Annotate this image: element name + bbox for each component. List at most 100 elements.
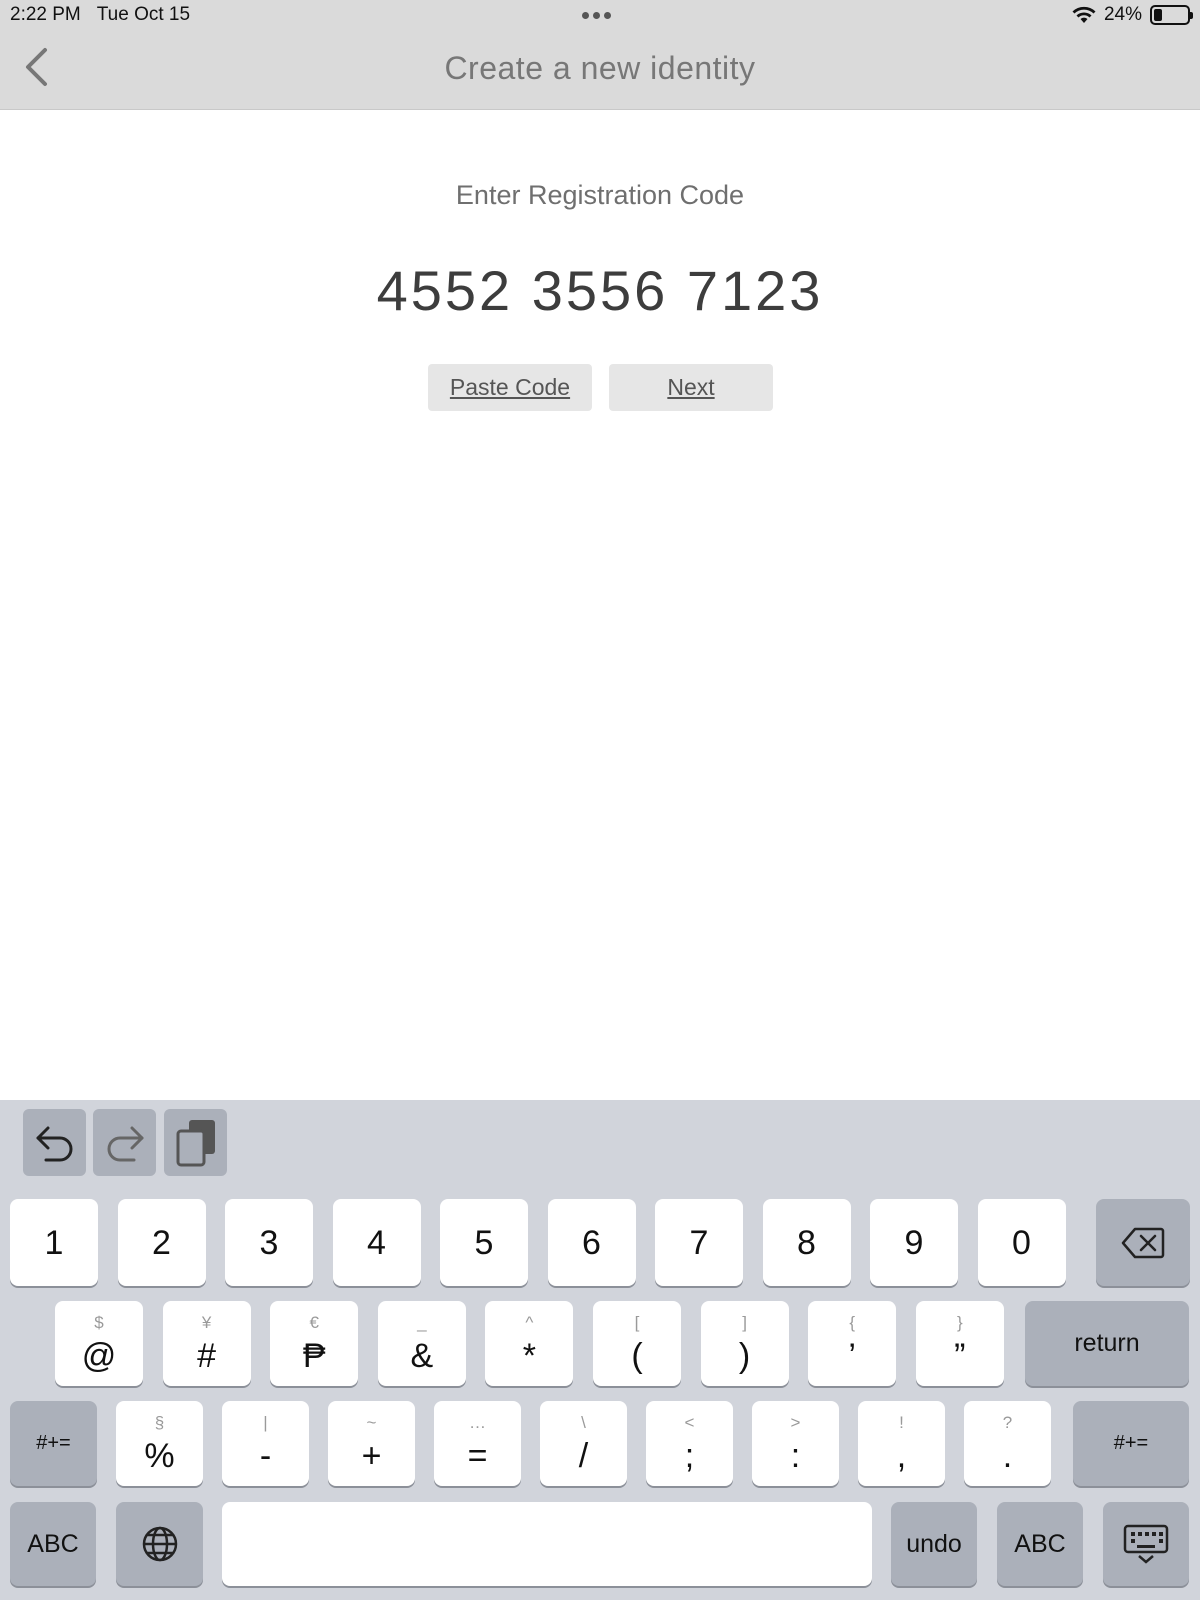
key-label: 1 xyxy=(44,1223,64,1262)
key-symbol[interactable]: [( xyxy=(593,1301,681,1386)
key-alt-label: | xyxy=(263,1413,268,1432)
key-alt-label: } xyxy=(956,1313,963,1332)
key-symbol[interactable]: $ @ xyxy=(55,1301,143,1386)
key-5[interactable]: 5 xyxy=(440,1199,528,1286)
key-label: @ xyxy=(81,1337,117,1375)
action-buttons: Paste Code Next xyxy=(428,364,773,411)
abc-key[interactable]: ABC xyxy=(10,1502,96,1586)
key-6[interactable]: 6 xyxy=(547,1199,636,1286)
status-indicators: 24% xyxy=(1072,4,1193,26)
dismiss-keyboard-key[interactable] xyxy=(1103,1502,1189,1586)
undo-key[interactable]: undo xyxy=(891,1502,977,1586)
key-label: * xyxy=(522,1337,536,1375)
battery-percent: 24% xyxy=(1103,4,1142,25)
key-symbol[interactable]: ¥ # xyxy=(162,1301,251,1386)
wifi-icon xyxy=(1072,6,1096,24)
key-8[interactable]: 8 xyxy=(762,1199,851,1286)
key-label: 6 xyxy=(582,1223,601,1262)
key-symbol[interactable]: {’ xyxy=(808,1301,897,1386)
key-symbol[interactable]: <; xyxy=(646,1401,733,1486)
key-label: ) xyxy=(738,1337,751,1375)
key-alt-label: ? xyxy=(1002,1413,1013,1432)
key-label: : xyxy=(790,1437,801,1475)
key-2[interactable]: 2 xyxy=(117,1199,206,1286)
battery-icon xyxy=(1150,5,1193,25)
key-alt-label: € xyxy=(309,1313,319,1332)
space-key[interactable] xyxy=(222,1502,872,1586)
key-label: # xyxy=(197,1337,217,1375)
key-alt-label: ~ xyxy=(366,1413,377,1432)
key-label: 4 xyxy=(367,1223,386,1262)
registration-code-value[interactable]: 4552 3556 7123 xyxy=(0,258,1200,323)
key-label: 2 xyxy=(152,1223,171,1262)
key-alt-label: … xyxy=(469,1413,486,1432)
key-symbol[interactable]: >: xyxy=(752,1401,839,1486)
key-label: ₱ xyxy=(302,1337,326,1375)
battery-fill xyxy=(1154,9,1162,21)
key-alt-label: § xyxy=(154,1413,165,1432)
key-symbol[interactable]: ~ + xyxy=(328,1401,415,1486)
key-symbol[interactable]: _ & xyxy=(377,1301,466,1386)
key-label: 7 xyxy=(689,1223,709,1262)
key-label: 3 xyxy=(259,1223,279,1262)
redo-icon[interactable] xyxy=(93,1109,156,1176)
navigation-bar: Create a new identity xyxy=(0,32,1200,110)
key-symbol[interactable]: ?. xyxy=(964,1401,1051,1486)
key-9[interactable]: 9 xyxy=(870,1199,958,1286)
multitasking-dots-icon[interactable] xyxy=(582,12,611,19)
symbols-shift-key-right[interactable]: #+= xyxy=(1073,1401,1189,1486)
key-0[interactable]: 0 xyxy=(977,1199,1066,1286)
key-label: - xyxy=(259,1437,272,1475)
next-button[interactable]: Next xyxy=(609,364,773,411)
undo-icon[interactable] xyxy=(23,1109,86,1176)
key-symbol[interactable]: ^ * xyxy=(485,1301,574,1386)
key-3[interactable]: 3 xyxy=(225,1199,313,1286)
globe-key[interactable] xyxy=(116,1502,203,1586)
symbols-shift-key-left[interactable]: #+= xyxy=(10,1401,97,1486)
key-label: ( xyxy=(631,1337,643,1375)
key-label: 9 xyxy=(904,1223,924,1262)
key-symbol[interactable]: \ / xyxy=(540,1401,627,1486)
key-alt-label: _ xyxy=(417,1313,427,1332)
keyboard-dismiss-icon xyxy=(1123,1524,1169,1564)
key-label: 8 xyxy=(797,1223,816,1262)
key-symbol[interactable]: ]) xyxy=(700,1301,789,1386)
key-label: , xyxy=(896,1437,907,1475)
key-label: ; xyxy=(684,1437,695,1475)
key-alt-label: [ xyxy=(634,1313,640,1332)
key-alt-label: ] xyxy=(742,1313,747,1332)
key-symbol[interactable]: … = xyxy=(434,1401,521,1486)
key-alt-label: $ xyxy=(94,1313,104,1332)
key-label: ” xyxy=(954,1337,966,1375)
status-time-date: 2:22 PM Tue Oct 15 xyxy=(10,4,190,26)
key-label: 0 xyxy=(1012,1223,1031,1262)
key-label: . xyxy=(1002,1437,1013,1475)
paste-code-button[interactable]: Paste Code xyxy=(428,364,592,411)
key-label: = xyxy=(467,1437,488,1475)
page-title: Create a new identity xyxy=(444,50,756,86)
key-symbol[interactable]: | - xyxy=(222,1401,309,1486)
on-screen-keyboard: ABC undo ABC return #+= #+= 1 2 3 4 5 6 7 8 9 0 $ @… xyxy=(0,1100,1200,1600)
status-date: Tue Oct 15 xyxy=(96,4,191,25)
key-1[interactable]: 1 xyxy=(10,1199,98,1286)
key-4[interactable]: 4 xyxy=(332,1199,421,1286)
clipboard-icon[interactable] xyxy=(164,1109,227,1176)
key-symbol[interactable]: € ₱ xyxy=(270,1301,359,1386)
delete-icon xyxy=(1121,1227,1165,1258)
key-label: % xyxy=(144,1437,175,1475)
key-7[interactable]: 7 xyxy=(655,1199,743,1286)
registration-code-prompt: Enter Registration Code xyxy=(455,180,745,210)
key-alt-label: \ xyxy=(581,1413,586,1432)
delete-key[interactable] xyxy=(1096,1199,1190,1286)
key-alt-label: ¥ xyxy=(201,1313,212,1332)
key-label: & xyxy=(410,1337,434,1375)
key-label: 5 xyxy=(474,1223,494,1262)
key-symbol[interactable]: !, xyxy=(858,1401,945,1486)
status-bar: 2:22 PM Tue Oct 15 24% xyxy=(0,0,1200,32)
key-alt-label: ! xyxy=(899,1413,904,1432)
key-symbol[interactable]: §% xyxy=(116,1401,203,1486)
key-symbol[interactable]: }” xyxy=(915,1301,1004,1386)
abc-key-right[interactable]: ABC xyxy=(997,1502,1083,1586)
key-alt-label: ^ xyxy=(525,1313,534,1332)
return-key[interactable]: return xyxy=(1025,1301,1189,1386)
